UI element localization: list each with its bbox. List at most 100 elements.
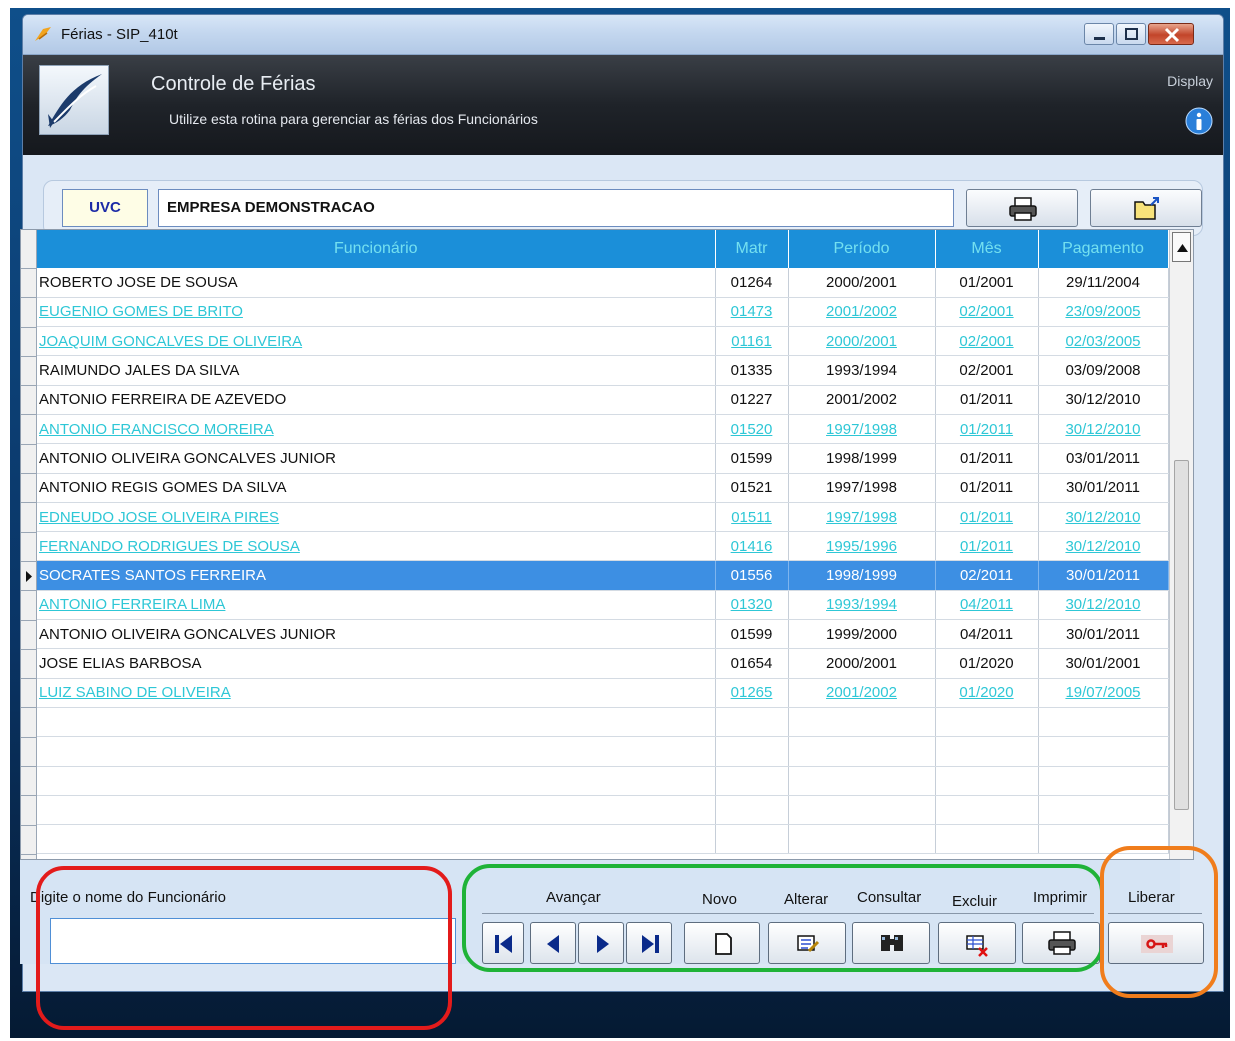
empty-cell[interactable] <box>935 766 1039 796</box>
cell-periodo[interactable]: 2001/2002 <box>788 297 936 328</box>
table-row[interactable]: EDNEUDO JOSE OLIVEIRA PIRES 01511 1997/199… <box>37 502 1169 533</box>
cell-funcionario[interactable]: ANTONIO REGIS GOMES DA SILVA <box>37 473 716 503</box>
cell-periodo[interactable]: 1999/2000 <box>788 619 936 650</box>
row-indicator[interactable] <box>21 796 37 826</box>
delete-button[interactable] <box>938 922 1016 964</box>
empty-cell[interactable] <box>788 824 936 855</box>
minimize-button[interactable] <box>1084 23 1114 45</box>
edit-button[interactable] <box>768 922 846 964</box>
empty-cell[interactable] <box>788 736 936 767</box>
close-button[interactable] <box>1148 23 1194 45</box>
empty-cell[interactable] <box>715 736 789 767</box>
cell-funcionario[interactable]: SOCRATES SANTOS FERREIRA <box>37 560 716 591</box>
row-indicator[interactable] <box>21 416 37 445</box>
cell-pagamento[interactable]: 30/12/2010 <box>1038 531 1169 562</box>
vertical-scrollbar[interactable] <box>1169 230 1193 859</box>
empty-cell[interactable] <box>788 707 936 738</box>
row-indicator[interactable] <box>21 709 37 738</box>
cell-mes[interactable]: 01/2011 <box>935 473 1039 503</box>
last-record-button[interactable] <box>626 922 672 964</box>
cell-pagamento[interactable]: 03/01/2011 <box>1038 443 1169 474</box>
col-header-periodo[interactable]: Período <box>788 230 936 268</box>
empty-cell[interactable] <box>1038 795 1169 826</box>
empty-cell[interactable] <box>715 795 789 826</box>
cell-funcionario[interactable]: ANTONIO FERREIRA DE AZEVEDO <box>37 385 716 415</box>
empty-cell[interactable] <box>1038 736 1169 767</box>
cell-periodo[interactable]: 1995/1996 <box>788 531 936 562</box>
cell-matr[interactable]: 01473 <box>715 297 789 328</box>
cell-funcionario[interactable]: JOAQUIM GONCALVES DE OLIVEIRA <box>37 326 716 357</box>
empty-cell[interactable] <box>37 795 716 826</box>
row-indicator[interactable] <box>21 738 37 768</box>
cell-mes[interactable]: 01/2011 <box>935 385 1039 415</box>
cell-mes[interactable]: 02/2011 <box>935 560 1039 591</box>
empty-table-row[interactable] <box>37 824 1169 855</box>
cell-matr[interactable]: 01416 <box>715 531 789 562</box>
cell-periodo[interactable]: 2000/2001 <box>788 648 936 679</box>
cell-pagamento[interactable]: 02/03/2005 <box>1038 326 1169 357</box>
cell-periodo[interactable]: 1993/1994 <box>788 355 936 386</box>
empty-cell[interactable] <box>37 736 716 767</box>
cell-periodo[interactable]: 2000/2001 <box>788 326 936 357</box>
empty-cell[interactable] <box>788 766 936 796</box>
cell-funcionario[interactable]: ANTONIO FRANCISCO MOREIRA <box>37 414 716 445</box>
cell-funcionario[interactable]: ANTONIO OLIVEIRA GONCALVES JUNIOR <box>37 443 716 474</box>
col-header-pagamento[interactable]: Pagamento <box>1038 230 1169 268</box>
cell-matr[interactable]: 01599 <box>715 619 789 650</box>
col-header-matr[interactable]: Matr <box>715 230 789 268</box>
cell-matr[interactable]: 01599 <box>715 443 789 474</box>
cell-periodo[interactable]: 1998/1999 <box>788 560 936 591</box>
empty-cell[interactable] <box>715 707 789 738</box>
table-row[interactable]: FERNANDO RODRIGUES DE SOUSA 01416 1995/199… <box>37 531 1169 562</box>
cell-matr[interactable]: 01265 <box>715 678 789 708</box>
cell-mes[interactable]: 01/2011 <box>935 531 1039 562</box>
empty-cell[interactable] <box>935 707 1039 738</box>
row-indicator[interactable] <box>21 562 37 592</box>
cell-matr[interactable]: 01335 <box>715 355 789 386</box>
row-indicator[interactable] <box>21 826 37 855</box>
table-row[interactable]: JOSE ELIAS BARBOSA 01654 2000/2001 01/2020 3… <box>37 648 1169 679</box>
release-button[interactable] <box>1108 922 1204 964</box>
cell-mes[interactable]: 02/2001 <box>935 355 1039 386</box>
empty-table-row[interactable] <box>37 766 1169 796</box>
cell-matr[interactable]: 01521 <box>715 473 789 503</box>
table-row[interactable]: ROBERTO JOSE DE SOUSA 01264 2000/2001 01/20… <box>37 268 1169 298</box>
col-header-funcionario[interactable]: Funcionário <box>37 230 716 268</box>
first-record-button[interactable] <box>482 922 524 964</box>
row-indicator[interactable] <box>21 767 37 797</box>
cell-mes[interactable]: 01/2020 <box>935 678 1039 708</box>
cell-matr[interactable]: 01264 <box>715 268 789 298</box>
empty-cell[interactable] <box>715 824 789 855</box>
cell-mes[interactable]: 02/2001 <box>935 326 1039 357</box>
row-indicator[interactable] <box>21 357 37 387</box>
cell-matr[interactable]: 01161 <box>715 326 789 357</box>
row-indicator[interactable] <box>21 328 37 357</box>
cell-pagamento[interactable]: 03/09/2008 <box>1038 355 1169 386</box>
cell-matr[interactable]: 01654 <box>715 648 789 679</box>
cell-pagamento[interactable]: 23/09/2005 <box>1038 297 1169 328</box>
print-top-button[interactable] <box>966 189 1078 227</box>
cell-periodo[interactable]: 2001/2002 <box>788 678 936 708</box>
cell-mes[interactable]: 01/2011 <box>935 414 1039 445</box>
empty-cell[interactable] <box>37 766 716 796</box>
cell-pagamento[interactable]: 30/12/2010 <box>1038 414 1169 445</box>
row-indicator[interactable] <box>21 298 37 328</box>
cell-pagamento[interactable]: 30/01/2001 <box>1038 648 1169 679</box>
cell-periodo[interactable]: 1997/1998 <box>788 502 936 533</box>
cell-periodo[interactable]: 2001/2002 <box>788 385 936 415</box>
cell-funcionario[interactable]: ANTONIO FERREIRA LIMA <box>37 590 716 621</box>
empty-table-row[interactable] <box>37 736 1169 767</box>
empty-cell[interactable] <box>37 707 716 738</box>
company-name[interactable]: EMPRESA DEMONSTRACAO <box>158 189 954 227</box>
company-code[interactable]: UVC <box>62 189 148 227</box>
table-row[interactable]: EUGENIO GOMES DE BRITO 01473 2001/2002 02/2… <box>37 297 1169 328</box>
table-row[interactable]: ANTONIO REGIS GOMES DA SILVA 01521 1997/19… <box>37 473 1169 503</box>
empty-cell[interactable] <box>1038 707 1169 738</box>
row-indicator[interactable] <box>21 269 37 299</box>
cell-matr[interactable]: 01520 <box>715 414 789 445</box>
cell-pagamento[interactable]: 30/01/2011 <box>1038 560 1169 591</box>
empty-cell[interactable] <box>715 766 789 796</box>
print-button[interactable] <box>1022 922 1100 964</box>
empty-cell[interactable] <box>1038 824 1169 855</box>
cell-periodo[interactable]: 1993/1994 <box>788 590 936 621</box>
